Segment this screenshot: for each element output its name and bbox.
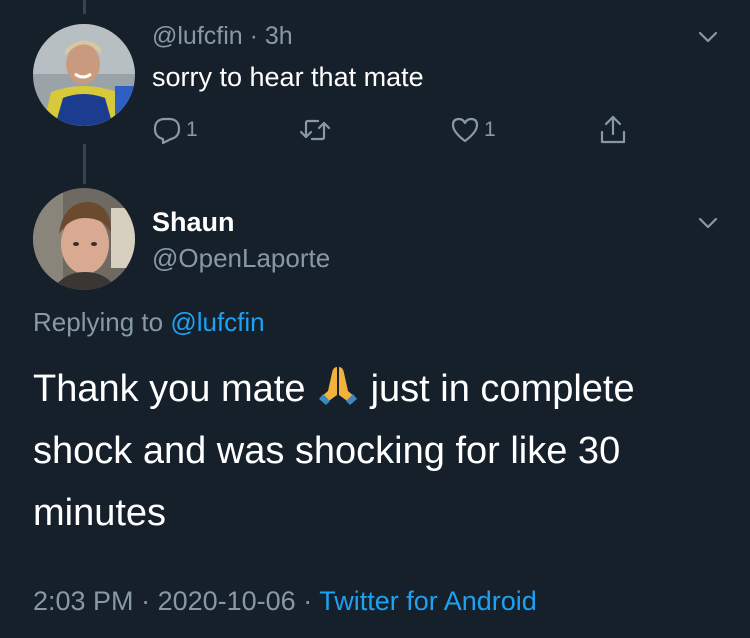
heart-icon (451, 117, 479, 143)
reply-header: @lufcfin · 3h (152, 22, 293, 51)
replying-to-label: Replying to (33, 307, 171, 337)
folded-hands-emoji (319, 367, 358, 405)
main-author-name[interactable]: Shaun (152, 207, 235, 238)
header-separator: · (242, 22, 265, 50)
reply-author-handle[interactable]: @lufcfin (152, 22, 243, 50)
main-author-avatar[interactable] (33, 188, 135, 290)
chevron-down-icon[interactable] (698, 30, 718, 44)
replying-to-mention-link[interactable]: @lufcfin (170, 307, 264, 337)
tweet-date: 2020-10-06 (157, 586, 296, 616)
retweet-icon (299, 119, 331, 141)
reply-author-avatar[interactable] (33, 24, 135, 126)
chevron-down-icon[interactable] (698, 216, 718, 230)
tweet-detail-screen: @lufcfin · 3h sorry to hear that mate 1 (0, 0, 750, 638)
tweet-time: 2:03 PM (33, 586, 134, 616)
share-button[interactable] (598, 112, 628, 148)
reply-count: 1 (186, 118, 198, 141)
like-count: 1 (484, 118, 496, 141)
meta-dot-1: · (133, 586, 158, 616)
meta-dot-2: · (295, 586, 320, 616)
main-tweet-text: Thank you mate just in complete shock an… (33, 358, 723, 544)
reply-tweet-text: sorry to hear that mate (152, 62, 424, 92)
reply-timestamp[interactable]: 3h (265, 22, 293, 50)
retweet-button[interactable] (298, 112, 332, 148)
reply-button[interactable]: 1 (152, 112, 198, 148)
tweet-source-link[interactable]: Twitter for Android (319, 586, 537, 616)
share-icon (600, 115, 626, 144)
tweet-meta: 2:03 PM · 2020-10-06 · Twitter for Andro… (33, 586, 537, 617)
main-author-handle[interactable]: @OpenLaporte (152, 243, 330, 274)
replying-to-line: Replying to @lufcfin (33, 307, 265, 338)
reply-tweet[interactable]: @lufcfin · 3h sorry to hear that mate 1 (0, 0, 750, 170)
tweet-text-part-1: Thank you mate (33, 368, 317, 410)
reply-action-bar: 1 1 (152, 112, 642, 148)
like-button[interactable]: 1 (450, 112, 496, 148)
reply-bubble-icon (153, 117, 181, 145)
